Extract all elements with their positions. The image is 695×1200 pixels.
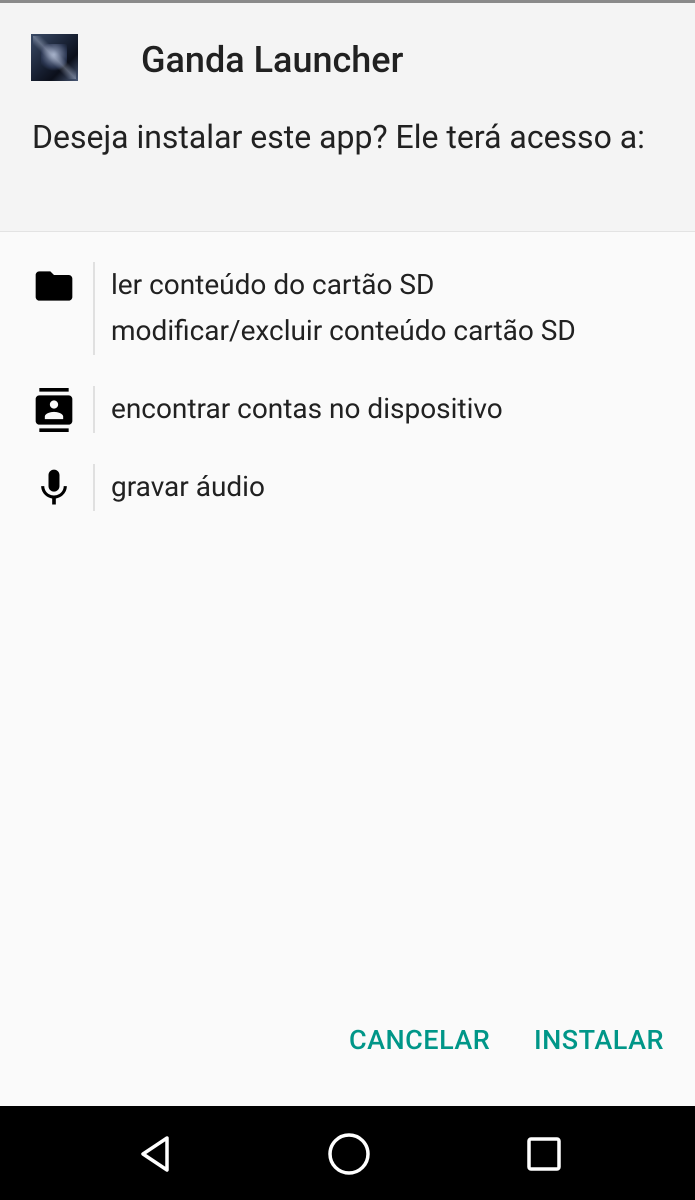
permission-label: ler conteúdo do cartão SD (111, 268, 435, 301)
permission-item-accounts: encontrar contas no dispositivo (0, 386, 695, 434)
navigation-bar (0, 1106, 695, 1200)
back-icon[interactable] (131, 1130, 179, 1178)
permission-divider (93, 386, 95, 433)
permission-label: modificar/excluir conteúdo cartão SD (111, 314, 576, 347)
recents-icon[interactable] (520, 1130, 568, 1178)
permission-item-storage: ler conteúdo do cartão SD modificar/excl… (0, 262, 695, 356)
app-title: Ganda Launcher (141, 39, 404, 81)
permission-label: encontrar contas no dispositivo (111, 392, 503, 425)
dialog-header: Ganda Launcher Deseja instalar este app?… (0, 3, 695, 232)
contacts-icon (35, 388, 73, 432)
install-prompt: Deseja instalar este app? Ele terá acess… (32, 118, 645, 156)
permission-divider (93, 464, 95, 511)
folder-icon (35, 271, 73, 301)
home-icon[interactable] (325, 1130, 373, 1178)
app-icon (31, 34, 78, 81)
permission-divider (93, 262, 95, 355)
permission-item-microphone: gravar áudio (0, 464, 695, 512)
permission-label: gravar áudio (111, 470, 265, 503)
cancel-button[interactable]: CANCELAR (349, 1024, 490, 1056)
app-icon-highlight (33, 36, 76, 79)
install-button[interactable]: INSTALAR (534, 1024, 664, 1056)
microphone-icon (41, 469, 67, 505)
